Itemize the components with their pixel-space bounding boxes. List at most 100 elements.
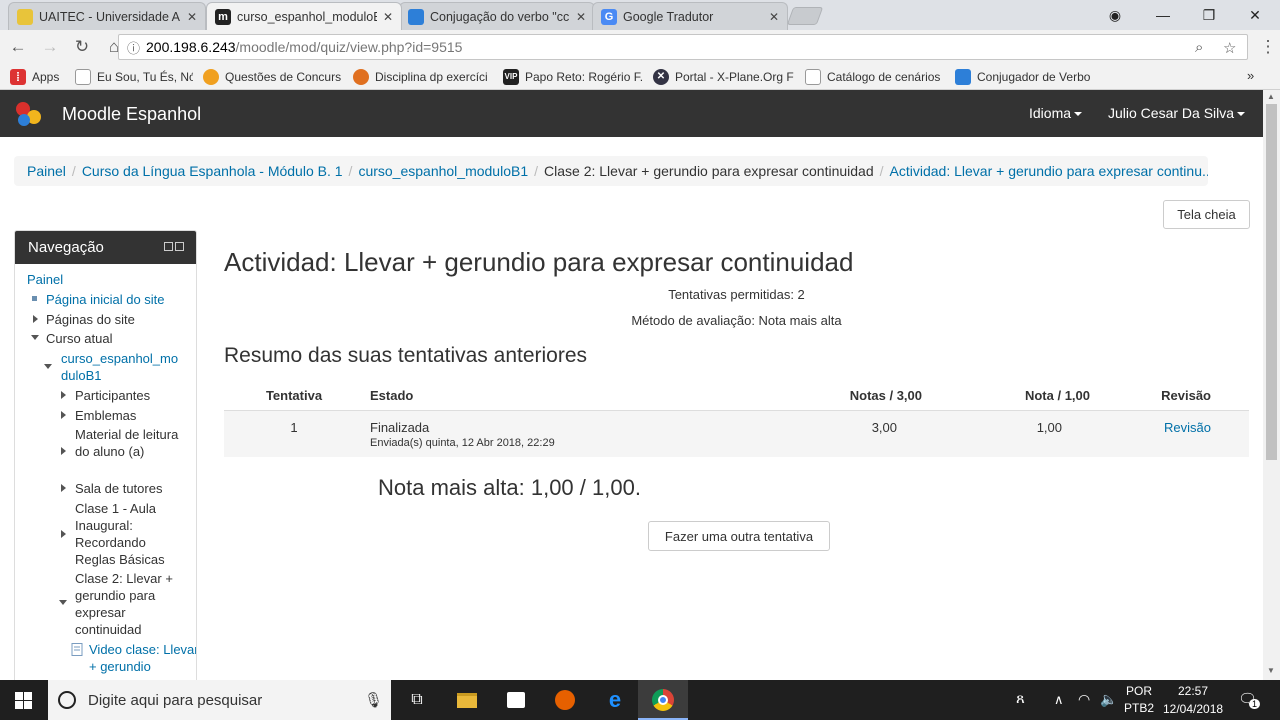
navigation-block-header: Navegação (15, 231, 196, 264)
expand-arrow-icon[interactable] (61, 391, 66, 399)
breadcrumb-separator: / (879, 163, 884, 179)
back-arrow-icon[interactable]: ← (4, 33, 32, 61)
nav-item-emblemas[interactable]: Emblemas (75, 407, 136, 424)
clock-time[interactable]: 22:57 (1178, 684, 1208, 698)
browser-tab-tradutor[interactable]: G Google Tradutor ✕ (592, 2, 788, 30)
breadcrumb-painel[interactable]: Painel (27, 163, 66, 179)
close-tab-icon[interactable]: ✕ (576, 10, 586, 24)
windows-start-icon[interactable] (15, 692, 32, 709)
collapse-arrow-icon[interactable] (59, 600, 67, 605)
nav-item-curso-atual[interactable]: Curso atual (46, 330, 112, 347)
language-indicator-top[interactable]: POR (1126, 684, 1152, 698)
zoom-icon[interactable]: ⌕ (1195, 39, 1203, 56)
firefox-icon[interactable] (553, 688, 577, 712)
expand-arrow-icon[interactable] (61, 447, 66, 455)
nav-item-clase-1[interactable]: Clase 1 - Aula Inaugural: Recordando Reg… (75, 500, 175, 568)
retry-attempt-button[interactable]: Fazer uma outra tentativa (648, 521, 830, 551)
dock-block-icon[interactable] (175, 242, 184, 251)
bookmark-eu-sou[interactable]: Eu Sou, Tu És, Nós So (75, 68, 193, 85)
language-menu[interactable]: Idioma (1029, 105, 1083, 121)
bookmark-label: Catálogo de cenários (827, 69, 941, 84)
cortana-circle-icon (58, 691, 76, 709)
edge-icon[interactable]: e (603, 687, 627, 712)
nav-item-video-clase[interactable]: Video clase: Llevar + gerundio (89, 641, 196, 675)
nav-item-clase-2[interactable]: Clase 2: Llevar + gerundio para expresar… (75, 570, 179, 638)
restore-button[interactable]: ❐ (1186, 0, 1232, 30)
collapse-arrow-icon[interactable] (31, 335, 39, 340)
nav-item-pagina-inicial[interactable]: Página inicial do site (46, 291, 165, 308)
expand-arrow-icon[interactable] (33, 315, 38, 323)
language-indicator-bottom[interactable]: PTB2 (1124, 701, 1154, 715)
site-brand[interactable]: Moodle Espanhol (62, 104, 201, 125)
bookmark-label: Portal - X-Plane.Org F (675, 69, 794, 84)
bookmark-label: Eu Sou, Tu És, Nós So (97, 69, 193, 84)
page-scrollbar[interactable]: ▲ ▼ (1263, 90, 1280, 680)
close-tab-icon[interactable]: ✕ (187, 10, 197, 24)
close-tab-icon[interactable]: ✕ (383, 10, 393, 24)
more-bookmarks-chevron-icon[interactable]: » (1247, 68, 1254, 83)
nav-item-curso-modulo[interactable]: curso_espanhol_mo duloB1 (61, 350, 191, 384)
page-icon (75, 68, 91, 85)
close-tab-icon[interactable]: ✕ (769, 10, 779, 24)
collapse-arrow-icon[interactable] (44, 364, 52, 369)
bookmark-disciplina[interactable]: Disciplina dp exercíci (353, 68, 493, 85)
browser-tab-conjugacao[interactable]: Conjugação do verbo "cc ✕ (399, 2, 595, 30)
google-translate-favicon-icon: G (601, 8, 617, 25)
browser-tab-uaitec[interactable]: UAITEC - Universidade A ✕ (8, 2, 206, 30)
nav-item-paginas-do-site[interactable]: Páginas do site (46, 311, 135, 328)
nav-item-participantes[interactable]: Participantes (75, 387, 150, 404)
volume-icon[interactable]: 🔈 (1100, 691, 1117, 708)
profile-icon[interactable]: ◉ (1092, 0, 1138, 30)
expand-arrow-icon[interactable] (61, 530, 66, 538)
bookmark-catalogo[interactable]: Catálogo de cenários (805, 68, 945, 85)
breadcrumb-modulo[interactable]: curso_espanhol_moduloB1 (358, 163, 528, 179)
fullscreen-button[interactable]: Tela cheia (1163, 200, 1250, 229)
minimize-button[interactable]: — (1140, 0, 1186, 30)
page-icon (805, 68, 821, 85)
bookmark-papo-reto[interactable]: VIP Papo Reto: Rogério F. (503, 68, 643, 85)
breadcrumb-clase: Clase 2: Llevar + gerundio para expresar… (544, 163, 874, 179)
moodle-logo-icon[interactable] (14, 100, 44, 128)
browser-toolbar: ← → ↻ ⌂ ⓘ 200.198.6.243/moodle/mod/quiz/… (0, 30, 1280, 64)
expand-arrow-icon[interactable] (61, 484, 66, 492)
scroll-up-arrow-icon[interactable]: ▲ (1267, 92, 1275, 101)
taskbar-search-input[interactable]: Digite aqui para pesquisar 🎙 (48, 680, 391, 720)
file-explorer-icon[interactable] (455, 688, 479, 712)
bookmark-xplane[interactable]: ✕ Portal - X-Plane.Org F (653, 68, 795, 85)
collapse-block-icon[interactable] (164, 242, 173, 251)
tab-title: Google Tradutor (623, 9, 714, 24)
people-icon[interactable]: ጸ (1016, 690, 1025, 707)
bookmark-star-icon[interactable]: ☆ (1223, 39, 1236, 57)
info-icon[interactable]: ⓘ (127, 38, 140, 57)
bookmark-questoes[interactable]: Questões de Concurs (203, 68, 343, 85)
forward-arrow-icon[interactable]: → (36, 33, 64, 61)
address-bar[interactable]: ⓘ 200.198.6.243/moodle/mod/quiz/view.php… (118, 34, 1248, 60)
chrome-taskbar-button[interactable] (638, 680, 688, 720)
new-tab-button[interactable] (786, 7, 824, 25)
expand-arrow-icon[interactable] (61, 411, 66, 419)
scroll-down-arrow-icon[interactable]: ▼ (1267, 666, 1275, 675)
bookmark-apps[interactable]: ⁞ Apps (10, 68, 65, 85)
user-menu-label: Julio Cesar Da Silva (1108, 105, 1235, 121)
breadcrumb-curso[interactable]: Curso da Língua Espanhola - Módulo B. 1 (82, 163, 343, 179)
scrollbar-thumb[interactable] (1266, 104, 1277, 460)
breadcrumb-actividad[interactable]: Actividad: Llevar + gerundio para expres… (890, 163, 1208, 179)
network-icon[interactable]: ◠ (1078, 691, 1090, 708)
review-link[interactable]: Revisão (1090, 410, 1249, 457)
menu-dots-icon[interactable]: ⋮ (1254, 33, 1280, 61)
nav-item-sala-tutores[interactable]: Sala de tutores (75, 480, 162, 497)
user-menu[interactable]: Julio Cesar Da Silva (1108, 105, 1246, 121)
store-icon[interactable] (504, 688, 528, 712)
microphone-icon[interactable]: 🎙 (364, 691, 383, 709)
clock-date[interactable]: 12/04/2018 (1163, 702, 1223, 716)
browser-tab-curso[interactable]: m curso_espanhol_moduloE ✕ (206, 2, 402, 30)
reload-icon[interactable]: ↻ (68, 33, 96, 61)
close-window-button[interactable]: ✕ (1232, 0, 1278, 30)
table-header-row: Tentativa Estado Notas / 3,00 Nota / 1,0… (224, 381, 1249, 411)
nav-item-painel[interactable]: Painel (27, 271, 63, 288)
nav-item-material-leitura[interactable]: Material de leitura do aluno (a) (75, 426, 187, 460)
tray-chevron-up-icon[interactable]: ∧ (1054, 692, 1064, 708)
bookmark-conjugador[interactable]: Conjugador de Verbo (955, 68, 1095, 85)
bullet-icon (32, 296, 37, 301)
task-view-icon[interactable]: ⧉ (405, 688, 429, 712)
